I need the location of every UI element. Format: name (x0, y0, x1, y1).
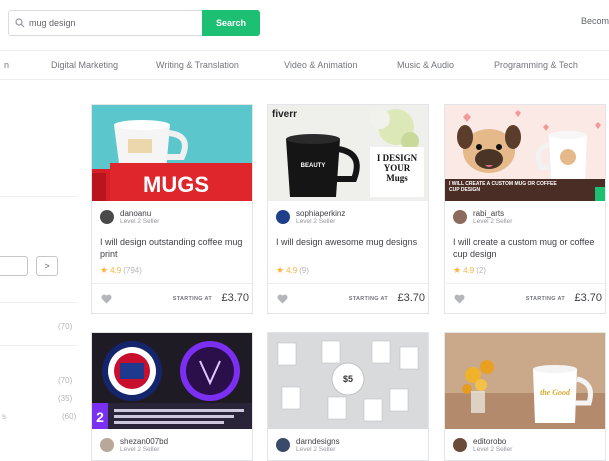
gig-card[interactable]: 2 shezan007bd Level 2 Seller (91, 332, 253, 461)
sidebar-divider (0, 302, 78, 303)
rating-score: 4.9 (110, 266, 122, 275)
starting-at-label: STARTING AT (348, 296, 388, 302)
rating-count: (2) (476, 266, 486, 275)
star-icon: ★ (453, 265, 462, 275)
gig-thumbnail[interactable]: $5 (268, 333, 428, 429)
star-icon: ★ (100, 265, 109, 275)
seller-info: darndesigns Level 2 Seller (276, 437, 340, 454)
avatar[interactable] (453, 438, 467, 452)
mug-print-text: BEAUTY (301, 163, 326, 169)
price: £3.70 (574, 292, 602, 304)
filter-label: s (2, 412, 6, 421)
price: £3.70 (221, 292, 249, 304)
category-writing-translation[interactable]: Writing & Translation (156, 60, 239, 70)
filter-count: (70) (58, 322, 73, 331)
search-bar: Search (8, 10, 260, 36)
avatar[interactable] (453, 210, 467, 224)
seller-name[interactable]: sophiaperkinz (296, 209, 345, 218)
thumbnail-badge: 2 (96, 409, 104, 425)
seller-level: Level 2 Seller (473, 218, 513, 225)
filter-count: (60) (62, 412, 77, 421)
category-digital-marketing[interactable]: Digital Marketing (51, 60, 118, 70)
gig-thumbnail[interactable]: fiverr BEAUTY I DESIGN YOUR Mugs (268, 105, 428, 201)
card-footer: STARTING AT £3.70 (268, 283, 428, 313)
card-footer: STARTING AT £3.70 (445, 283, 605, 313)
thumbnail-text: I WILL CREATE A CUSTOM MUG OR COFFEE CUP… (449, 181, 557, 193)
gig-thumbnail[interactable]: 2 (92, 333, 252, 429)
seller-info: shezan007bd Level 2 Seller (100, 437, 168, 454)
heart-icon[interactable] (277, 294, 288, 304)
category-video-animation[interactable]: Video & Animation (284, 60, 357, 70)
seller-level: Level 2 Seller (120, 446, 160, 453)
gig-card[interactable]: fiverr BEAUTY I DESIGN YOUR Mugs sophiap… (267, 104, 429, 314)
avatar[interactable] (100, 210, 114, 224)
filter-count: (70) (58, 376, 73, 385)
gig-card[interactable]: MUGS danoanu Level 2 Seller I will desig… (91, 104, 253, 314)
search-input[interactable] (29, 18, 169, 28)
gig-title[interactable]: I will create a custom mug or coffee cup… (453, 236, 601, 260)
avatar[interactable] (100, 438, 114, 452)
rating: ★ 4.9 (2) (453, 265, 486, 276)
gig-title[interactable]: I will design awesome mug designs (276, 236, 424, 248)
heart-icon[interactable] (101, 294, 112, 304)
top-bar: Search Becom (0, 0, 609, 46)
seller-name[interactable]: editorobo (473, 437, 512, 446)
thumbnail-text: MUGS (143, 172, 209, 197)
gig-title[interactable]: I will design outstanding coffee mug pri… (100, 236, 248, 260)
card-footer: STARTING AT £3.70 (92, 283, 252, 313)
search-icon (15, 18, 25, 28)
filter-count: (35) (58, 394, 73, 403)
gig-thumbnail[interactable]: the Good (445, 333, 605, 429)
become-seller-link[interactable]: Becom (581, 16, 609, 26)
avatar[interactable] (276, 210, 290, 224)
seller-info: danoanu Level 2 Seller (100, 209, 159, 226)
rating-score: 4.9 (463, 266, 475, 275)
category-nav: n Digital Marketing Writing & Translatio… (0, 50, 609, 80)
seller-info: sophiaperkinz Level 2 Seller (276, 209, 345, 226)
chevron-right-icon: > (44, 261, 50, 271)
rating-count: (9) (299, 266, 309, 275)
seller-level: Level 2 Seller (296, 218, 336, 225)
seller-name[interactable]: danoanu (120, 209, 159, 218)
thumbnail-text: the Good (540, 388, 571, 397)
starting-at-label: STARTING AT (172, 296, 212, 302)
budget-input[interactable] (0, 256, 28, 276)
seller-info: editorobo Level 2 Seller (453, 437, 512, 454)
seller-level: Level 2 Seller (296, 446, 336, 453)
gig-card[interactable]: $5 darndesigns Level 2 Seller (267, 332, 429, 461)
avatar[interactable] (276, 438, 290, 452)
seller-name[interactable]: darndesigns (296, 437, 340, 446)
thumbnail-text: $5 (343, 374, 353, 384)
category-music-audio[interactable]: Music & Audio (397, 60, 454, 70)
rating: ★ 4.9 (9) (276, 265, 309, 276)
gig-thumbnail[interactable]: MUGS (92, 105, 252, 201)
gig-card[interactable]: I WILL CREATE A CUSTOM MUG OR COFFEE CUP… (444, 104, 606, 314)
seller-level: Level 2 Seller (473, 446, 513, 453)
category-programming-tech[interactable]: Programming & Tech (494, 60, 578, 70)
starting-at-label: STARTING AT (525, 296, 565, 302)
apply-button[interactable]: > (36, 256, 58, 276)
thumbnail-card-text: I DESIGN YOUR Mugs (376, 153, 418, 183)
sidebar-divider (0, 345, 78, 346)
fiverr-logo: fiverr (272, 109, 297, 120)
gig-thumbnail[interactable]: I WILL CREATE A CUSTOM MUG OR COFFEE CUP… (445, 105, 605, 201)
gig-card[interactable]: the Good editorobo Level 2 Seller (444, 332, 606, 461)
heart-icon[interactable] (454, 294, 465, 304)
seller-name[interactable]: rabi_arts (473, 209, 512, 218)
star-icon: ★ (276, 265, 285, 275)
category-item[interactable]: n (4, 60, 9, 70)
seller-name[interactable]: shezan007bd (120, 437, 168, 446)
seller-level: Level 2 Seller (120, 218, 160, 225)
sidebar-divider (0, 196, 78, 197)
seller-info: rabi_arts Level 2 Seller (453, 209, 512, 226)
rating-count: (794) (123, 266, 142, 275)
rating: ★ 4.9 (794) (100, 265, 142, 276)
search-button[interactable]: Search (202, 10, 260, 36)
rating-score: 4.9 (286, 266, 298, 275)
price: £3.70 (397, 292, 425, 304)
search-field[interactable] (8, 10, 202, 36)
